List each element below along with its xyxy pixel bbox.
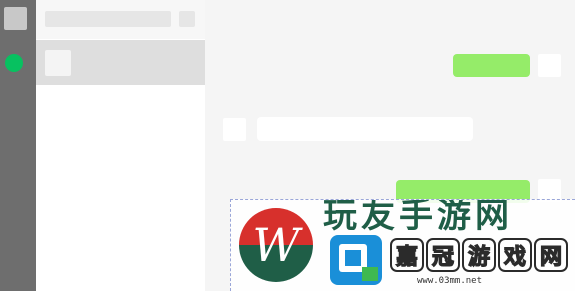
watermark-brand-icon — [330, 235, 382, 285]
watermark-char: 嘉 — [390, 238, 424, 272]
watermark-logo: W — [239, 208, 313, 282]
user-avatar[interactable] — [4, 7, 27, 30]
search-input[interactable] — [45, 11, 171, 27]
chat-icon[interactable] — [5, 54, 23, 72]
contact-avatar[interactable] — [223, 118, 246, 141]
wechat-window: W 玩友手游网 嘉 冠 游 戏 网 www.03mm.net — [0, 0, 575, 291]
watermark-logo-letter: W — [252, 218, 303, 272]
add-button[interactable] — [179, 11, 195, 27]
watermark-char: 戏 — [498, 238, 532, 272]
watermark-char: 网 — [534, 238, 568, 272]
incoming-message-bubble[interactable] — [257, 117, 473, 141]
watermark-url: www.03mm.net — [417, 276, 483, 286]
watermark: W 玩友手游网 嘉 冠 游 戏 网 www.03mm.net — [230, 199, 575, 291]
outgoing-message-bubble[interactable] — [453, 54, 530, 77]
watermark-top-text: 玩友手游网 — [323, 199, 513, 236]
self-avatar[interactable] — [538, 54, 561, 77]
nav-sidebar — [0, 0, 36, 291]
list-header — [36, 0, 205, 39]
list-item[interactable] — [36, 40, 205, 85]
watermark-char: 冠 — [426, 238, 460, 272]
watermark-brand-text: 嘉 冠 游 戏 网 — [390, 238, 568, 272]
conversation-list — [36, 0, 205, 291]
watermark-char: 游 — [462, 238, 496, 272]
contact-avatar — [45, 50, 71, 76]
